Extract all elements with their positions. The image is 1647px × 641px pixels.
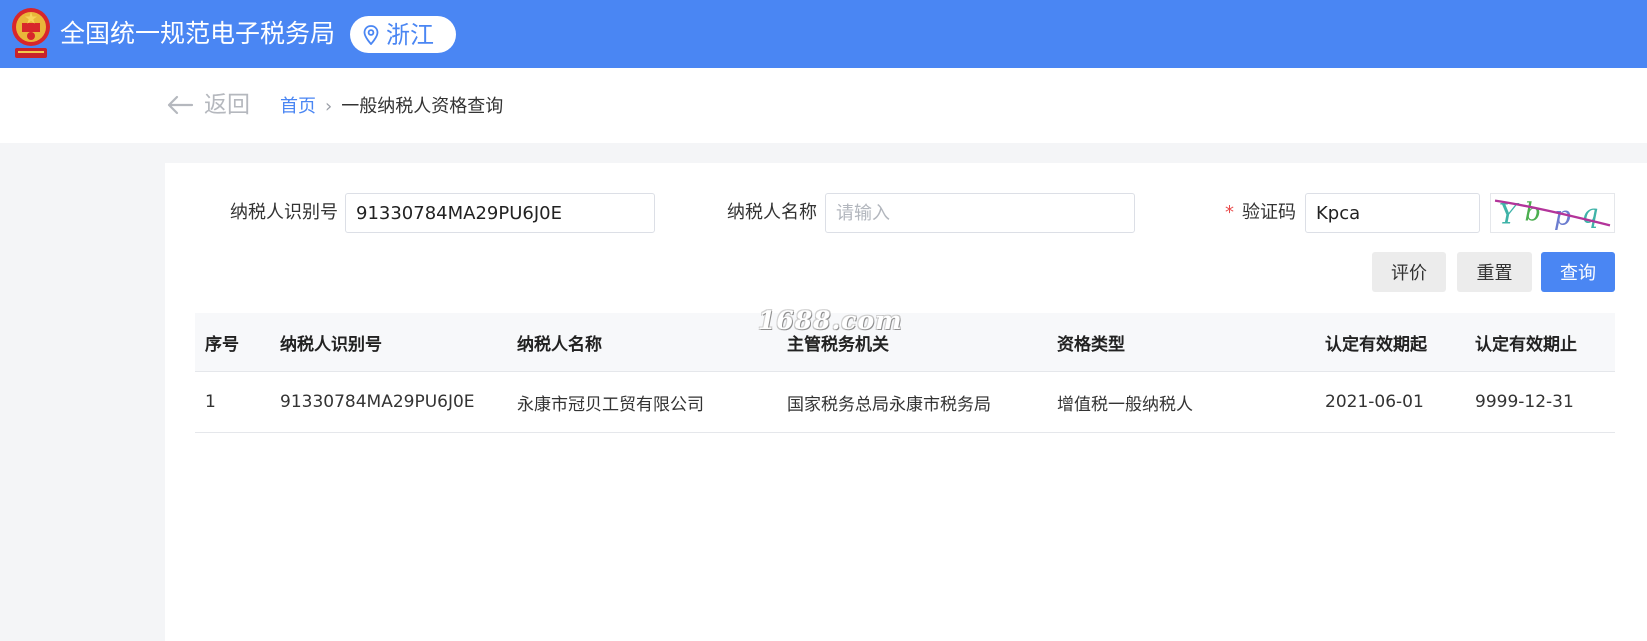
captcha-char: b	[1524, 198, 1540, 228]
navigation-bar: 返回 首页 › 一般纳税人资格查询	[0, 68, 1647, 143]
cell-valid-from: 2021-06-01	[1325, 392, 1424, 412]
back-label: 返回	[204, 92, 250, 118]
column-header-valid-to: 认定有效期止	[1475, 334, 1577, 355]
cell-index: 1	[205, 392, 216, 412]
required-mark: *	[1225, 202, 1234, 223]
query-button[interactable]: 查询	[1541, 252, 1615, 292]
column-header-qualification-type: 资格类型	[1057, 334, 1125, 355]
region-selector[interactable]: 浙江	[350, 16, 456, 53]
taxpayer-id-input[interactable]	[345, 193, 655, 233]
breadcrumb: 首页 › 一般纳税人资格查询	[280, 95, 503, 119]
taxpayer-id-label: 纳税人识别号	[230, 202, 338, 223]
reset-button[interactable]: 重置	[1457, 252, 1532, 292]
captcha-char: q	[1581, 199, 1598, 230]
table-row: 1 91330784MA29PU6J0E 永康市冠贝工贸有限公司 国家税务总局永…	[195, 372, 1615, 433]
cell-qualification-type: 增值税一般纳税人	[1057, 394, 1193, 415]
cell-taxpayer-name: 永康市冠贝工贸有限公司	[517, 394, 704, 415]
cell-taxpayer-id: 91330784MA29PU6J0E	[280, 392, 475, 412]
captcha-label: 验证码	[1242, 202, 1296, 223]
breadcrumb-separator: ›	[325, 96, 333, 117]
column-header-taxpayer-id: 纳税人识别号	[280, 334, 382, 355]
table-header-row: 序号 纳税人识别号 纳税人名称 主管税务机关 资格类型 认定有效期起 认定有效期…	[195, 313, 1615, 372]
breadcrumb-home-link[interactable]: 首页	[280, 96, 316, 117]
column-header-valid-from: 认定有效期起	[1325, 334, 1427, 355]
cell-tax-authority: 国家税务总局永康市税务局	[787, 394, 991, 415]
top-header-bar: 全国统一规范电子税务局 浙江	[0, 0, 1647, 68]
breadcrumb-current: 一般纳税人资格查询	[341, 96, 504, 117]
back-button[interactable]: 返回	[166, 91, 250, 119]
location-pin-icon	[363, 24, 379, 45]
column-header-taxpayer-name: 纳税人名称	[517, 334, 602, 355]
cell-valid-to: 9999-12-31	[1475, 392, 1574, 412]
arrow-left-icon	[167, 95, 194, 115]
captcha-image[interactable]: Y b p q	[1490, 193, 1615, 233]
results-table: 序号 纳税人识别号 纳税人名称 主管税务机关 资格类型 认定有效期起 认定有效期…	[195, 313, 1615, 433]
column-header-tax-authority: 主管税务机关	[787, 334, 889, 355]
region-label: 浙江	[386, 20, 434, 49]
taxpayer-name-input[interactable]	[825, 193, 1135, 233]
captcha-label-group: * 验证码	[1225, 201, 1296, 225]
taxpayer-name-label: 纳税人名称	[727, 202, 817, 223]
site-title: 全国统一规范电子税务局	[60, 19, 336, 48]
column-header-index: 序号	[205, 334, 239, 355]
captcha-input[interactable]	[1305, 193, 1480, 233]
national-emblem-icon	[12, 8, 50, 58]
evaluate-button[interactable]: 评价	[1372, 252, 1446, 292]
